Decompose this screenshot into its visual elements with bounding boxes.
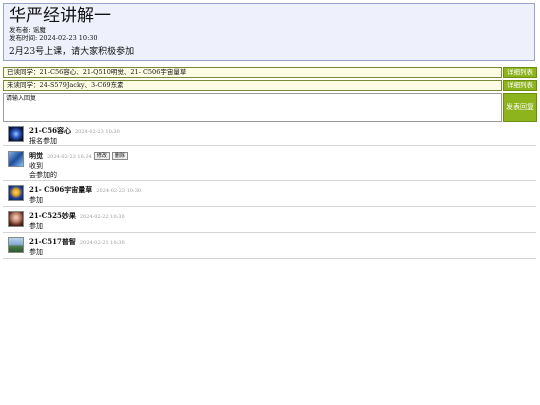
- unread-list-detail-button[interactable]: 详细列表: [503, 80, 537, 91]
- comment-author[interactable]: 21-C525妙果: [29, 211, 76, 220]
- comment-text: 会参加的: [29, 171, 57, 179]
- avatar-icon: [8, 151, 24, 167]
- comment-time: 2024-02-21 10:30: [79, 240, 125, 246]
- comment-item: 21-C517普智 2024-02-21 10:30 参加: [3, 234, 536, 259]
- comment-author[interactable]: 21- C506宇宙量草: [29, 185, 92, 194]
- delete-button[interactable]: 删除: [111, 152, 128, 160]
- comment-text: 报名参加: [29, 137, 57, 145]
- read-list-row: 已读同学：21-C56容心、21-Q510明觉、21- C506宇宙量草: [3, 67, 502, 78]
- comment-text: 参加: [29, 196, 43, 204]
- comment-author[interactable]: 明觉: [29, 151, 43, 160]
- comment-text: 参加: [29, 222, 43, 230]
- read-list-detail-button[interactable]: 详细列表: [503, 67, 537, 78]
- avatar-icon: [8, 237, 24, 253]
- reply-input[interactable]: 请输入回复: [3, 93, 502, 122]
- comment-item: 21-C56容心 2024-02-23 10:30 报名参加: [3, 124, 536, 146]
- notice-panel: 华严经讲解一 发布者: 谣魔 发布时间: 2024-02-23 10:30 2月…: [3, 3, 535, 61]
- avatar-icon: [8, 126, 24, 142]
- comment-author[interactable]: 21-C517普智: [29, 237, 76, 246]
- comment-time: 2024-02-22 10:30: [79, 214, 125, 220]
- comment-item: 21- C506宇宙量草 2024-02-23 10:30 参加: [3, 182, 536, 207]
- comment-text: 参加: [29, 248, 43, 256]
- comment-item: 明觉 2024-02-23 16:34 修改 删除 收到 会参加的: [3, 148, 536, 181]
- comment-text: 收到: [29, 162, 43, 170]
- unread-list-row: 未读同学：24-S579Jacky、3-C69东素: [3, 80, 502, 91]
- comment-time: 2024-02-23 16:34: [47, 154, 92, 160]
- notice-title: 华严经讲解一: [9, 6, 111, 26]
- edit-button[interactable]: 修改: [93, 152, 110, 160]
- avatar-icon: [8, 211, 24, 227]
- comment-item: 21-C525妙果 2024-02-22 10:30 参加: [3, 208, 536, 233]
- notice-time: 发布时间: 2024-02-23 10:30: [9, 34, 98, 42]
- comment-time: 2024-02-23 10:30: [96, 188, 142, 194]
- avatar-icon: [8, 185, 24, 201]
- notice-author: 发布者: 谣魔: [9, 26, 46, 34]
- comment-author[interactable]: 21-C56容心: [29, 126, 71, 135]
- notice-body: 2月23号上课，请大家积极参加: [9, 47, 135, 57]
- comment-time: 2024-02-23 10:30: [74, 129, 120, 135]
- post-reply-button[interactable]: 发表回复: [503, 93, 537, 122]
